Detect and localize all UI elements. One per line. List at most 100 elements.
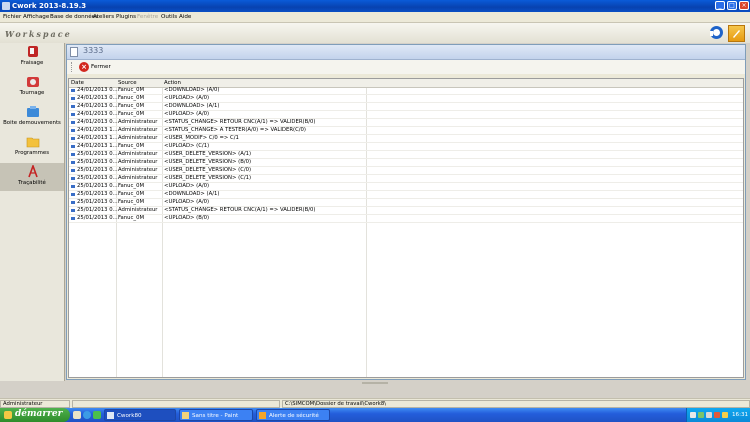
menu-aide[interactable]: Aide (179, 13, 191, 21)
table-row[interactable]: 24/01/2013 1... Fanuc_0M <UPLOAD> (C/1) (69, 143, 743, 151)
menu-fenetre[interactable]: Fenêtre (137, 13, 158, 21)
paint-icon (182, 412, 189, 419)
minimize-button[interactable]: _ (715, 1, 725, 10)
table-row[interactable]: 24/01/2013 0... Fanuc_0M <UPLOAD> (A/0) (69, 95, 743, 103)
cell-source: Fanuc_0M (118, 199, 145, 205)
sidebar-item-boite-demouvements[interactable]: Boite demouvements (0, 103, 64, 131)
status-empty (72, 400, 280, 408)
cell-action: <USER_DELETE_VERSION> (A/1) (164, 151, 252, 157)
cell-date: 25/01/2013 0... (77, 207, 118, 213)
row-icon (71, 177, 75, 180)
cell-source: Administrateur (118, 127, 158, 133)
close-icon: × (79, 62, 89, 72)
sidebar-item-tournage[interactable]: Tournage (0, 73, 64, 101)
cell-action: <STATUS_CHANGE> A TESTER(A/0) => VALIDER… (164, 127, 306, 133)
splitter[interactable] (0, 381, 750, 385)
help-icon[interactable] (709, 25, 724, 40)
sidebar-item-label: Programmes (14, 150, 50, 156)
table-row[interactable]: 24/01/2013 1... Administrateur <USER_MODIF… (69, 135, 743, 143)
menu-affichage[interactable]: Affichage (23, 13, 49, 21)
task-paint[interactable]: Sans titre - Paint (179, 409, 253, 421)
sidebar-item-fraisage[interactable]: Fraisage (0, 43, 64, 71)
title-bar[interactable]: Cwork 2013-8.19.3 _ □ × (0, 0, 750, 12)
fermer-label: Fermer (91, 64, 111, 70)
row-icon (71, 169, 75, 172)
taskbar: démarrer Cwork80 Sans titre - Paint Aler… (0, 408, 750, 422)
table-row[interactable]: 24/01/2013 0... Fanuc_0M <UPLOAD> (A/0) (69, 111, 743, 119)
cell-date: 24/01/2013 1... (77, 127, 118, 133)
row-icon (71, 209, 75, 212)
volume-icon[interactable] (706, 412, 712, 418)
table-row[interactable]: 25/01/2013 0... Fanuc_0M <UPLOAD> (A/0) (69, 183, 743, 191)
table-row[interactable]: 25/01/2013 0... Fanuc_0M <UPLOAD> (A/0) (69, 199, 743, 207)
cell-action: <USER_DELETE_VERSION> (C/1) (164, 175, 252, 181)
menu-outils[interactable]: Outils (161, 13, 177, 21)
cell-action: <UPLOAD> (C/1) (164, 143, 210, 149)
panel-header: 3333 (67, 45, 745, 60)
fermer-button[interactable]: × Fermer (79, 62, 113, 73)
cell-action: <STATUS_CHANGE> RETOUR CNC(A/1) => VALID… (164, 119, 316, 125)
menu-bar: Fichier Affichage Base de données Atelie… (0, 12, 750, 23)
update-icon[interactable] (722, 412, 728, 418)
menu-fichier[interactable]: Fichier (3, 13, 21, 21)
table-row[interactable]: 25/01/2013 0... Administrateur <STATUS_CHA… (69, 207, 743, 215)
start-button[interactable]: démarrer (0, 408, 70, 422)
table-row[interactable]: 24/01/2013 1... Administrateur <STATUS_CHA… (69, 127, 743, 135)
start-label: démarrer (15, 409, 63, 419)
sidebar-item-label: Traçabilité (18, 180, 46, 186)
table-row[interactable]: 25/01/2013 0... Administrateur <USER_DELET… (69, 175, 743, 183)
cell-date: 24/01/2013 0... (77, 103, 118, 109)
column-header-date[interactable]: Date (71, 79, 84, 87)
cell-action: <DOWNLOAD> (A/0) (164, 87, 220, 93)
sidebar-item-label: Tournage (19, 90, 45, 96)
table-row[interactable]: 24/01/2013 0... Fanuc_0M <DOWNLOAD> (A/1) (69, 103, 743, 111)
user-icon[interactable] (728, 25, 745, 42)
sidebar-item-label: Boite demouvements (3, 120, 61, 126)
cell-date: 24/01/2013 0... (77, 119, 118, 125)
cell-source: Fanuc_0M (118, 215, 145, 221)
table-row[interactable]: 25/01/2013 0... Administrateur <USER_DELET… (69, 151, 743, 159)
task-label: Alerte de sécurité (269, 413, 319, 419)
task-cwork80[interactable]: Cwork80 (104, 409, 176, 421)
cell-action: <DOWNLOAD> (A/1) (164, 191, 220, 197)
panel-title: 3333 (83, 46, 104, 55)
row-icon (71, 145, 75, 148)
menu-ateliers[interactable]: Ateliers (93, 13, 114, 21)
desktop-icon[interactable] (73, 411, 81, 419)
table-row[interactable]: 25/01/2013 0... Fanuc_0M <UPLOAD> (B/0) (69, 215, 743, 223)
table-row[interactable]: 24/01/2013 0... Administrateur <STATUS_CHA… (69, 119, 743, 127)
cell-source: Administrateur (118, 135, 158, 141)
history-table[interactable]: Date Source Action 24/01/2013 0... Fanuc_… (68, 78, 744, 378)
window-title: Cwork 2013-8.19.3 (12, 2, 87, 10)
ie-icon[interactable] (83, 411, 91, 419)
menu-plugins[interactable]: Plugins (116, 13, 136, 21)
cell-date: 25/01/2013 0... (77, 215, 118, 221)
milling-icon (28, 46, 38, 57)
table-row[interactable]: 25/01/2013 0... Administrateur <USER_DELET… (69, 167, 743, 175)
table-row[interactable]: 25/01/2013 0... Administrateur <USER_DELET… (69, 159, 743, 167)
cell-date: 25/01/2013 0... (77, 151, 118, 157)
row-icon (71, 217, 75, 220)
cell-action: <USER_DELETE_VERSION> (B/0) (164, 159, 252, 165)
task-label: Sans titre - Paint (192, 413, 239, 419)
maximize-button[interactable]: □ (727, 1, 737, 10)
toolbox-icon (27, 106, 39, 117)
cell-date: 24/01/2013 0... (77, 95, 118, 101)
task-security-alert[interactable]: Alerte de sécurité (256, 409, 330, 421)
security-icon[interactable] (714, 412, 720, 418)
media-player-icon[interactable] (93, 411, 101, 419)
table-row[interactable]: 25/01/2013 0... Fanuc_0M <DOWNLOAD> (A/1) (69, 191, 743, 199)
cell-source: Administrateur (118, 207, 158, 213)
workspace-label: Workspace (5, 29, 72, 39)
close-window-button[interactable]: × (739, 1, 749, 10)
table-row[interactable]: 24/01/2013 0... Fanuc_0M <DOWNLOAD> (A/0) (69, 87, 743, 95)
column-header-action[interactable]: Action (164, 79, 181, 87)
menu-base-de-donnees[interactable]: Base de données (50, 13, 98, 21)
sidebar-item-tracabilite[interactable]: Traçabilité (0, 163, 64, 191)
tray-icon[interactable] (698, 412, 704, 418)
column-header-source[interactable]: Source (118, 79, 137, 87)
clock: 16:31 (732, 412, 749, 418)
network-icon[interactable] (690, 412, 696, 418)
sidebar-item-programmes[interactable]: Programmes (0, 133, 64, 161)
splitter-handle[interactable] (362, 382, 388, 384)
